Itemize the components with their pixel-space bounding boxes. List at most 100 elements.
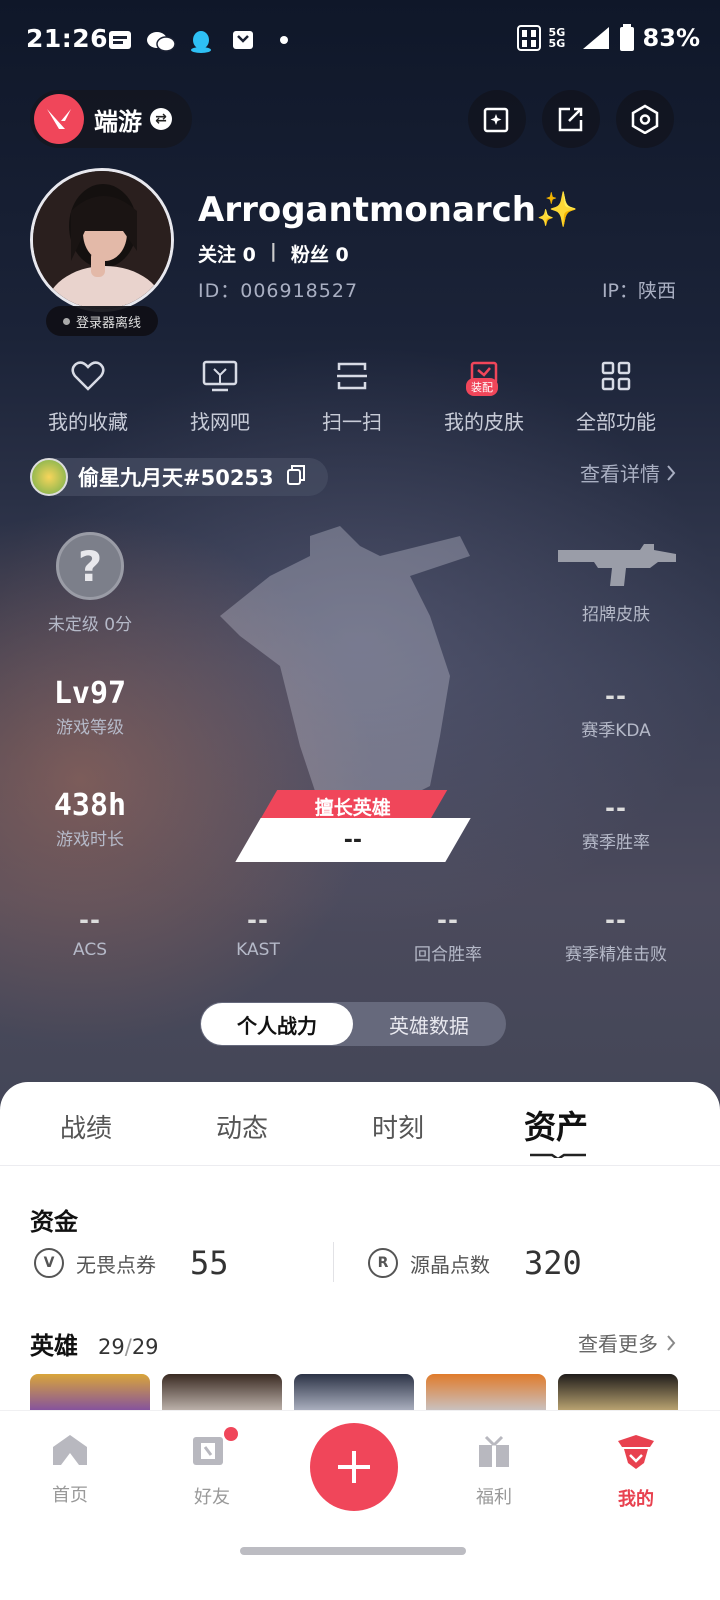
chevron-right-icon [667, 1334, 676, 1351]
view-more-label: 查看更多 [578, 1332, 658, 1356]
nav-me[interactable]: 我的 [586, 1433, 686, 1511]
rp-balance: R 源晶点数 320 [368, 1244, 582, 1282]
create-post-button[interactable] [310, 1423, 398, 1511]
funds-title: 资金 [30, 1208, 78, 1236]
gift-icon [479, 1435, 509, 1467]
fans-link[interactable]: 粉丝 0 [291, 240, 349, 267]
toggle-personal-power[interactable]: 个人战力 [201, 1003, 353, 1045]
copy-icon[interactable] [286, 464, 306, 490]
nav-me-label: 我的 [618, 1489, 654, 1510]
notification-dot-icon [280, 36, 288, 44]
wechat-icon [146, 30, 176, 52]
quick-action-all[interactable]: 全部功能 [556, 356, 676, 435]
fans-label: 粉丝 [290, 244, 329, 266]
share-button[interactable] [542, 90, 600, 148]
tab-moments[interactable]: 时刻 [372, 1108, 424, 1145]
bag-icon [232, 30, 254, 50]
quick-action-find-cafe[interactable]: 找网吧 [160, 356, 280, 435]
kast-label: KAST [236, 940, 280, 960]
scan-icon [332, 356, 372, 396]
toggle-agent-data[interactable]: 英雄数据 [353, 1010, 505, 1039]
following-link[interactable]: 关注 0 [198, 240, 256, 267]
riot-id-pill[interactable]: 偷星九月天#50253 [30, 458, 328, 496]
agent-card[interactable] [30, 1374, 150, 1414]
nav-friends[interactable]: 好友 [162, 1427, 262, 1509]
battery-level: 83% [642, 24, 700, 52]
gesture-home-bar[interactable] [240, 1547, 466, 1555]
swap-icon: ⇄ [150, 108, 172, 130]
follow-stats: 关注 0 | 粉丝 0 [198, 240, 349, 267]
agent-card[interactable] [426, 1374, 546, 1414]
agent-card[interactable] [558, 1374, 678, 1414]
round-winrate-value: -- [437, 906, 459, 934]
status-bar: 21:26 5G 5G 83% [0, 0, 720, 80]
stats-mode-toggle: 个人战力 英雄数据 [200, 1002, 506, 1046]
game-switcher[interactable]: 端游 ⇄ [30, 90, 192, 148]
fans-count: 0 [335, 244, 349, 266]
weapon-smg-icon [558, 544, 676, 586]
agent-silhouette-image [220, 526, 470, 806]
view-details-label: 查看详情 [580, 462, 660, 486]
settings-button[interactable] [616, 90, 674, 148]
quick-action-label: 我的皮肤 [444, 410, 524, 434]
agents-count: 29/29 [98, 1335, 159, 1359]
level-value: Lv97 [53, 676, 127, 711]
signature-skin[interactable]: 招牌皮肤 [536, 540, 696, 625]
tab-match-history[interactable]: 战绩 [60, 1108, 112, 1145]
agents-header: 英雄 29/29 [30, 1326, 159, 1361]
nav-welfare[interactable]: 福利 [444, 1433, 544, 1509]
player-card-icon [30, 458, 68, 496]
agents-owned: 29 [98, 1335, 125, 1359]
user-id: ID：006918527 [198, 280, 359, 302]
precision-kill-label: 赛季精准击败 [565, 945, 667, 965]
following-count: 0 [242, 244, 256, 266]
follow-separator: | [269, 240, 277, 262]
rank-stat[interactable]: ? 未定级 0分 [10, 532, 170, 635]
quick-action-favorites[interactable]: 我的收藏 [28, 356, 148, 435]
friends-notification-dot [224, 1427, 238, 1441]
quick-action-label: 我的收藏 [48, 410, 128, 434]
edit-card-button[interactable] [468, 90, 526, 148]
agent-card[interactable] [294, 1374, 414, 1414]
bottom-nav: 首页 好友 福利 我的 [0, 1410, 720, 1600]
quick-action-scan[interactable]: 扫一扫 [292, 356, 412, 435]
kda-stat: -- 赛季KDA [536, 682, 696, 741]
following-label: 关注 [198, 244, 237, 266]
hours-value: 438h [53, 788, 127, 823]
quick-action-label: 找网吧 [190, 410, 250, 434]
nav-home[interactable]: 首页 [20, 1433, 120, 1507]
nav-friends-label: 好友 [194, 1487, 230, 1508]
home-icon [53, 1435, 87, 1465]
acs-stat: -- ACS [10, 906, 170, 960]
riot-id: 偷星九月天#50253 [78, 466, 274, 490]
profile-agent-icon [618, 1435, 654, 1469]
active-tab-indicator [530, 1153, 586, 1158]
kast-stat: -- KAST [178, 906, 338, 960]
agents-slash: / [124, 1335, 132, 1359]
skin-icon: 装配 [464, 356, 504, 396]
specialty-agent-box[interactable]: -- [235, 818, 471, 862]
radianite-points-icon: R [368, 1248, 398, 1278]
hours-stat: 438h 游戏时长 [10, 788, 170, 850]
signature-skin-label: 招牌皮肤 [582, 605, 650, 625]
view-more-agents-link[interactable]: 查看更多 [578, 1328, 676, 1357]
quick-action-skins[interactable]: 装配 我的皮肤 [424, 356, 544, 435]
round-winrate-label: 回合胜率 [414, 945, 482, 965]
quick-action-label: 全部功能 [576, 410, 656, 434]
specialty-agent-tag-text: 擅长英雄 [314, 796, 391, 819]
rp-value: 320 [524, 1244, 582, 1282]
agents-total: 29 [131, 1335, 159, 1359]
view-details-link[interactable]: 查看详情 [580, 458, 676, 487]
agent-card[interactable] [162, 1374, 282, 1414]
vp-label: 无畏点券 [76, 1252, 156, 1277]
signal-icon [582, 27, 609, 49]
winrate-label: 赛季胜率 [582, 833, 650, 853]
avatar[interactable] [30, 168, 174, 312]
tab-assets[interactable]: 资产 [524, 1102, 588, 1148]
acs-value: -- [79, 906, 101, 934]
tab-bar: 战绩 动态 时刻 资产 [0, 1082, 720, 1166]
winrate-stat: -- 赛季胜率 [536, 794, 696, 853]
username: Arrogantmonarch✨ [198, 190, 579, 230]
vp-value: 55 [190, 1244, 229, 1282]
tab-activity[interactable]: 动态 [216, 1108, 268, 1145]
